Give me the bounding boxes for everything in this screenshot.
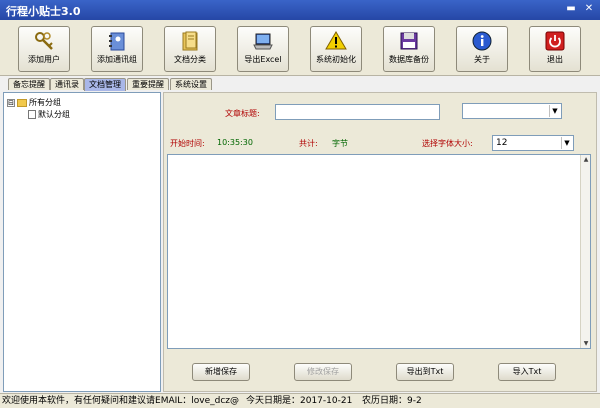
tab-contacts[interactable]: 通讯录 <box>50 78 84 90</box>
document-content-textarea[interactable]: ▲ ▼ <box>167 154 591 349</box>
add-user-label: 添加用户 <box>28 55 60 64</box>
chevron-down-icon[interactable]: ▼ <box>561 137 572 149</box>
tab-document-management[interactable]: 文档管理 <box>84 78 126 91</box>
keys-icon <box>33 30 55 52</box>
tab-strip: 备忘提醒 通讯录 文档管理 重要提醒 系统设置 <box>0 78 600 91</box>
scroll-up-icon[interactable]: ▲ <box>582 156 590 163</box>
add-contact-group-label: 添加通讯组 <box>97 55 137 64</box>
system-init-button[interactable]: 系统初始化 <box>310 26 362 72</box>
new-save-button[interactable]: 新增保存 <box>192 363 250 381</box>
collapse-toggle-icon[interactable]: ⊟ <box>7 98 15 107</box>
warning-icon <box>325 30 347 52</box>
document-category-button[interactable]: 文档分类 <box>164 26 216 72</box>
add-user-button[interactable]: 添加用户 <box>18 26 70 72</box>
document-icon <box>28 110 36 119</box>
tab-memo-reminder[interactable]: 备忘提醒 <box>8 78 50 90</box>
total-label: 共计: <box>299 139 318 148</box>
system-init-label: 系统初始化 <box>316 55 356 64</box>
export-excel-label: 导出Excel <box>244 55 282 64</box>
document-category-label: 文档分类 <box>174 55 206 64</box>
import-txt-button[interactable]: 导入Txt <box>498 363 556 381</box>
folder-icon <box>17 98 27 107</box>
info-icon <box>471 30 493 52</box>
lunar-date: 农历日期：9-2 <box>362 396 422 406</box>
start-time-label: 开始时间: <box>170 139 205 148</box>
tree-node-label: 所有分组 <box>29 98 61 107</box>
toolbar: 添加用户 添加通讯组 文档分类 导出Excel 系统初始化 数据库备份 关于 退… <box>0 20 600 76</box>
window-controls: ▬ ✕ <box>564 3 596 15</box>
font-size-dropdown[interactable]: 12 ▼ <box>492 135 574 151</box>
status-message: 欢迎使用本软件，有任何疑问和建议请EMAIL：love_dcz@ <box>2 396 240 406</box>
power-icon <box>544 30 566 52</box>
document-panel: 文章标题: ▼ 开始时间: 10:35:30 共计: 字节 选择字体大小: 12… <box>163 92 597 392</box>
title-input[interactable] <box>275 104 440 120</box>
font-size-label: 选择字体大小: <box>422 139 473 148</box>
title-label: 文章标题: <box>225 109 260 118</box>
window-title: 行程小贴士3.0 <box>6 5 81 18</box>
folder-icon <box>179 30 201 52</box>
total-unit: 字节 <box>332 139 348 148</box>
exit-button[interactable]: 退出 <box>529 26 581 72</box>
category-tree[interactable]: ⊟ 所有分组 默认分组 <box>3 92 161 392</box>
vertical-scrollbar[interactable]: ▲ ▼ <box>580 155 590 348</box>
laptop-icon <box>252 30 274 52</box>
tree-node-default-group[interactable]: 默认分组 <box>26 109 70 120</box>
database-backup-label: 数据库备份 <box>389 55 429 64</box>
about-button[interactable]: 关于 <box>456 26 508 72</box>
add-contact-group-button[interactable]: 添加通讯组 <box>91 26 143 72</box>
tab-system-settings[interactable]: 系统设置 <box>170 78 212 90</box>
today-date: 今天日期是：2017-10-21 <box>246 396 353 406</box>
export-txt-button[interactable]: 导出到Txt <box>396 363 454 381</box>
database-backup-button[interactable]: 数据库备份 <box>383 26 435 72</box>
close-button[interactable]: ✕ <box>582 3 596 15</box>
font-size-value: 12 <box>496 138 508 148</box>
start-time-value: 10:35:30 <box>217 138 253 147</box>
status-bar: 欢迎使用本软件，有任何疑问和建议请EMAIL：love_dcz@ 今天日期是：2… <box>0 393 600 408</box>
scroll-down-icon[interactable]: ▼ <box>582 340 590 347</box>
category-dropdown[interactable]: ▼ <box>462 103 562 119</box>
export-excel-button[interactable]: 导出Excel <box>237 26 289 72</box>
modify-save-button[interactable]: 修改保存 <box>294 363 352 381</box>
minimize-button[interactable]: ▬ <box>564 3 578 15</box>
title-bar: 行程小贴士3.0 ▬ ✕ <box>0 0 600 20</box>
tab-important-reminder[interactable]: 重要提醒 <box>127 78 169 90</box>
tree-node-label: 默认分组 <box>38 110 70 119</box>
chevron-down-icon[interactable]: ▼ <box>549 105 560 117</box>
contact-book-icon <box>106 30 128 52</box>
about-label: 关于 <box>474 55 490 64</box>
exit-label: 退出 <box>547 55 563 64</box>
floppy-disk-icon <box>398 30 420 52</box>
tree-node-all-groups[interactable]: ⊟ 所有分组 <box>7 97 61 108</box>
